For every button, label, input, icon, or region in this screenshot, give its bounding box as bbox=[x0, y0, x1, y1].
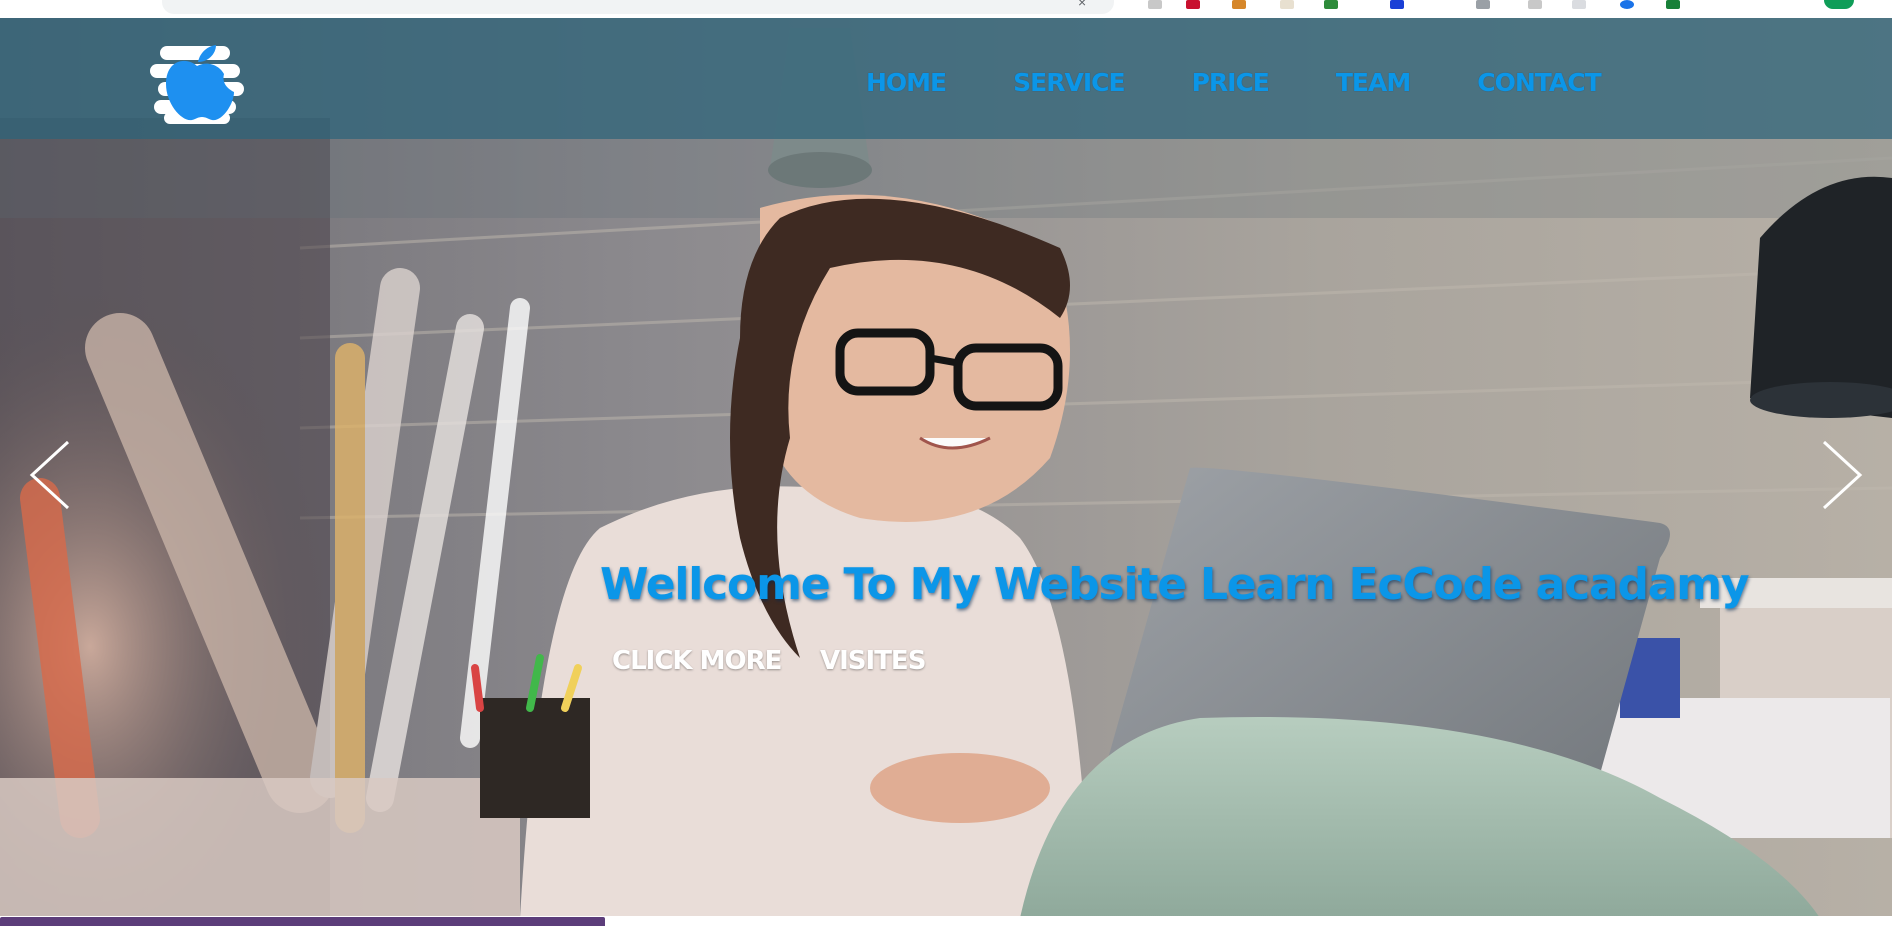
page-progress-bar bbox=[0, 917, 606, 926]
click-more-button[interactable]: CLICK MORE bbox=[612, 646, 782, 676]
hero-background-photo bbox=[0, 18, 1892, 916]
extension-icon[interactable] bbox=[1390, 0, 1404, 9]
address-bar[interactable] bbox=[162, 0, 1114, 14]
extension-icon[interactable] bbox=[1666, 0, 1680, 9]
visits-button[interactable]: VISITES bbox=[820, 646, 926, 676]
site-header: HOME SERVICE PRICE TEAM CONTACT bbox=[0, 18, 1892, 139]
close-icon[interactable]: × bbox=[1078, 0, 1086, 10]
profile-avatar[interactable] bbox=[1824, 0, 1854, 9]
chevron-left-icon[interactable] bbox=[18, 430, 78, 520]
apple-logo-icon[interactable] bbox=[150, 42, 248, 126]
main-nav: HOME SERVICE PRICE TEAM CONTACT bbox=[866, 68, 1602, 97]
extension-icon[interactable] bbox=[1324, 0, 1338, 9]
extension-icon[interactable] bbox=[1280, 0, 1294, 9]
extension-icon[interactable] bbox=[1232, 0, 1246, 9]
nav-contact[interactable]: CONTACT bbox=[1477, 68, 1601, 97]
extension-icon[interactable] bbox=[1528, 0, 1542, 9]
extension-icon[interactable] bbox=[1148, 0, 1162, 9]
extension-icon[interactable] bbox=[1572, 0, 1586, 9]
extension-icon[interactable] bbox=[1186, 0, 1200, 9]
extension-icon[interactable] bbox=[1476, 0, 1490, 9]
nav-price[interactable]: PRICE bbox=[1192, 68, 1270, 97]
hero-headline: Wellcome To My Website Learn EcCode acad… bbox=[600, 559, 1750, 610]
chevron-right-icon[interactable] bbox=[1814, 430, 1874, 520]
nav-service[interactable]: SERVICE bbox=[1013, 68, 1125, 97]
nav-home[interactable]: HOME bbox=[866, 68, 947, 97]
hero-section: HOME SERVICE PRICE TEAM CONTACT Wellcome… bbox=[0, 18, 1892, 916]
nav-team[interactable]: TEAM bbox=[1336, 68, 1411, 97]
extension-icon[interactable] bbox=[1620, 0, 1634, 9]
browser-toolbar: × bbox=[0, 0, 1892, 18]
